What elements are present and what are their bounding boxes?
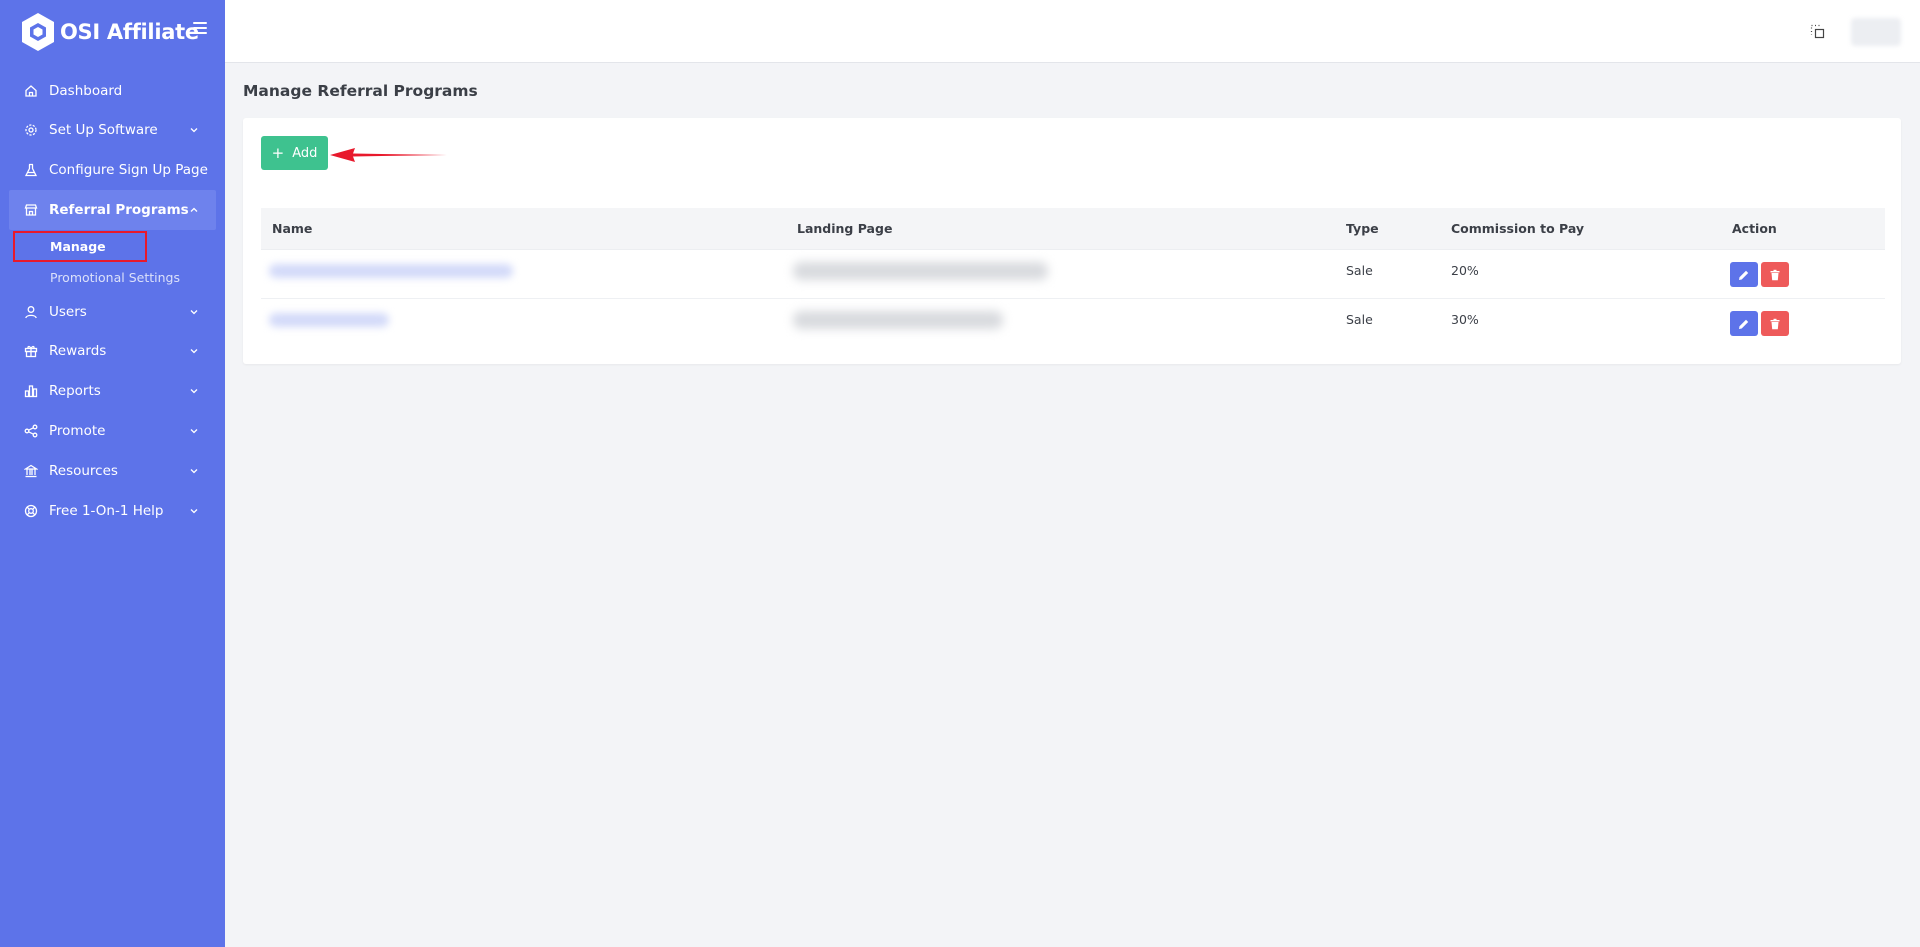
sidebar-item-label: Users [49,304,87,320]
column-header-commission[interactable]: Commission to Pay [1451,208,1584,250]
bar-chart-icon [24,384,38,398]
sidebar-item-reports[interactable]: Reports [9,371,216,411]
sidebar-subitem-label: Promotional Settings [50,270,180,285]
column-header-type[interactable]: Type [1346,208,1379,250]
sidebar-item-configure-sign-up-page[interactable]: Configure Sign Up Page [9,150,216,190]
page-title: Manage Referral Programs [243,82,478,100]
program-type: Sale [1346,312,1373,327]
brand-logo-icon [22,13,54,51]
gift-icon [24,344,38,358]
sidebar-item-users[interactable]: Users [9,292,216,332]
sidebar-item-dashboard[interactable]: Dashboard [9,71,216,111]
brand-name: OSI Affiliate [60,20,199,44]
chevron-down-icon [190,310,198,315]
chevron-up-icon [190,207,198,212]
chevron-down-icon [190,349,198,354]
sidebar-item-rewards[interactable]: Rewards [9,331,216,371]
chevron-down-icon [190,389,198,394]
add-button[interactable]: + Add [261,136,328,170]
bank-icon [24,464,38,478]
user-icon [24,305,38,319]
column-header-name[interactable]: Name [272,208,312,250]
chevron-down-icon [190,469,198,474]
delete-button[interactable] [1761,262,1789,287]
pencil-icon [1739,319,1749,329]
sidebar-item-label: Referral Programs [49,202,189,218]
programs-table: Name Landing Page Type Commission to Pay… [261,208,1885,348]
flask-icon [24,163,38,177]
table-row: Sale 30% [261,299,1885,348]
sidebar-item-referral-programs[interactable]: Referral Programs [9,190,216,230]
sidebar-subitem-label: Manage [50,239,106,254]
programs-card: + Add Name Landing Page Type Commission … [243,118,1901,364]
user-avatar[interactable] [1851,18,1901,46]
red-arrow-annotation [330,148,447,162]
edit-button[interactable] [1730,262,1758,287]
sidebar-item-label: Reports [49,383,101,399]
gear-icon [24,123,38,137]
sidebar-item-label: Promote [49,423,106,439]
sidebar-item-label: Configure Sign Up Page [49,162,208,178]
sidebar-subitem-promotional-settings[interactable]: Promotional Settings [13,262,203,293]
column-header-landing-page[interactable]: Landing Page [797,208,892,250]
chevron-down-icon [190,509,198,514]
top-bar [225,0,1920,63]
edit-button[interactable] [1730,311,1758,336]
sidebar-subitem-manage[interactable]: Manage [13,231,147,262]
chevron-down-icon [190,128,198,133]
fullscreen-icon[interactable] [1810,24,1826,40]
menu-toggle-icon[interactable] [193,22,207,34]
program-type: Sale [1346,263,1373,278]
add-button-label: Add [292,145,318,161]
share-icon [24,424,38,438]
chevron-down-icon [190,429,198,434]
sidebar-item-label: Set Up Software [49,122,158,138]
column-header-action: Action [1732,221,1777,236]
trash-icon [1770,269,1780,280]
sidebar-item-label: Free 1-On-1 Help [49,503,164,519]
program-name-link[interactable] [269,264,513,278]
sidebar-item-free-help[interactable]: Free 1-On-1 Help [9,491,216,531]
home-icon [24,84,38,98]
plus-icon: + [271,143,285,162]
sidebar-item-label: Dashboard [49,83,123,99]
lifebuoy-icon [24,504,38,518]
delete-button[interactable] [1761,311,1789,336]
sidebar-item-promote[interactable]: Promote [9,411,216,451]
table-header: Name Landing Page Type Commission to Pay… [261,208,1885,250]
landing-page-url [793,262,1048,280]
sidebar-item-label: Resources [49,463,118,479]
brand[interactable]: OSI Affiliate [20,12,210,52]
sidebar-item-resources[interactable]: Resources [9,451,216,491]
sidebar: OSI Affiliate Dashboard Set Up Software … [0,0,225,947]
trash-icon [1770,318,1780,329]
landing-page-url [793,311,1003,329]
pencil-icon [1739,270,1749,280]
sidebar-item-set-up-software[interactable]: Set Up Software [9,110,216,150]
table-row: Sale 20% [261,250,1885,299]
store-icon [24,203,38,217]
program-commission: 20% [1451,263,1479,278]
program-commission: 30% [1451,312,1479,327]
sidebar-item-label: Rewards [49,343,107,359]
program-name-link[interactable] [269,313,389,327]
